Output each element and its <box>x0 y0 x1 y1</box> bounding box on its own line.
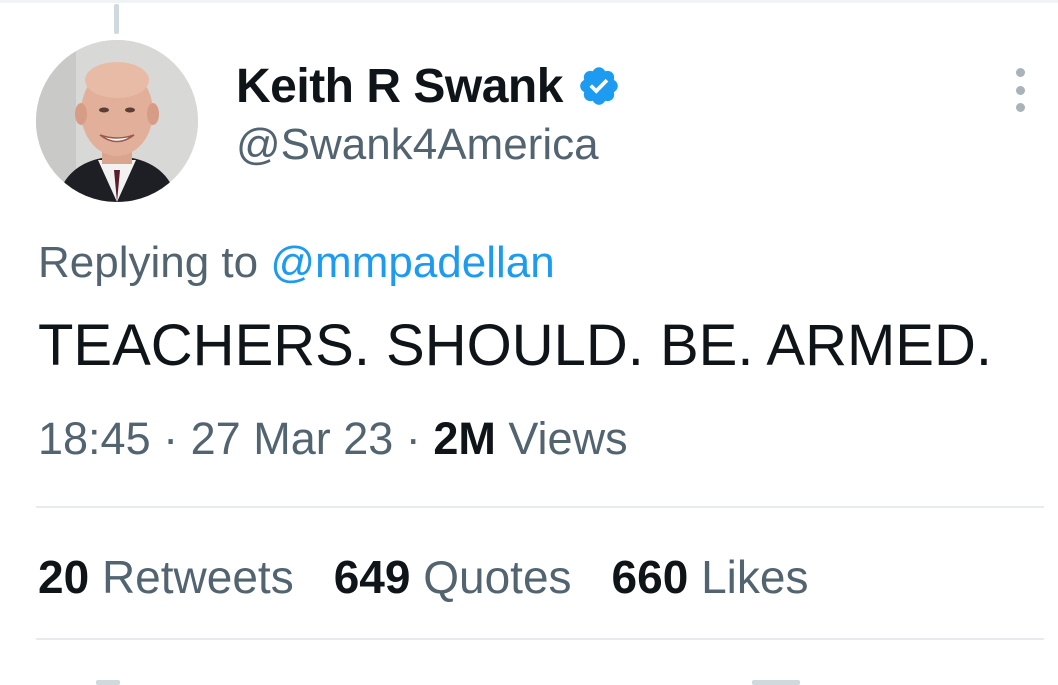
retweets-count: 20 <box>38 551 90 603</box>
more-dot <box>1015 103 1025 112</box>
author-block: Keith R Swank @Swank4America <box>236 56 621 170</box>
more-dot <box>1015 68 1025 77</box>
tweet-date[interactable]: 27 Mar 23 <box>191 413 394 464</box>
retweets-stat[interactable]: 20 Retweets <box>38 550 294 604</box>
meta-separator: · <box>405 413 421 464</box>
more-options-icon[interactable] <box>1004 68 1036 112</box>
retweets-label: Retweets <box>101 551 294 603</box>
verified-badge-icon[interactable] <box>577 64 621 108</box>
tweet-meta: 18:45 · 27 Mar 23 · 2M Views <box>38 413 628 465</box>
author-handle[interactable]: @Swank4America <box>236 120 621 170</box>
quotes-count: 649 <box>333 551 411 603</box>
replying-to-line: Replying to @mmpadellan <box>38 238 555 288</box>
quotes-stat[interactable]: 649 Quotes <box>334 550 572 604</box>
views-count[interactable]: 2M <box>433 413 496 464</box>
share-icon-edge[interactable] <box>752 680 800 685</box>
avatar[interactable] <box>36 40 198 202</box>
profile-photo-icon <box>36 40 198 202</box>
divider <box>36 506 1044 508</box>
views-label[interactable]: Views <box>508 413 627 464</box>
engagement-stats: 20 Retweets 649 Quotes 660 Likes <box>38 550 848 604</box>
likes-label: Likes <box>701 551 809 603</box>
likes-count: 660 <box>611 551 689 603</box>
author-display-name[interactable]: Keith R Swank <box>236 59 563 114</box>
replying-to-prefix: Replying to <box>38 238 259 287</box>
author-name-row: Keith R Swank <box>236 56 621 116</box>
tweet-time[interactable]: 18:45 <box>38 413 151 464</box>
divider <box>36 638 1044 640</box>
more-dot <box>1015 85 1025 95</box>
top-divider <box>0 0 1058 3</box>
thread-connector-line <box>114 4 119 34</box>
reply-mention-link[interactable]: @mmpadellan <box>270 238 554 287</box>
quotes-label: Quotes <box>423 551 572 603</box>
likes-stat[interactable]: 660 Likes <box>612 550 809 604</box>
reply-icon-edge[interactable] <box>96 680 120 685</box>
tweet-text: TEACHERS. SHOULD. BE. ARMED. <box>38 313 992 378</box>
meta-separator: · <box>163 413 179 464</box>
tweet-detail: Keith R Swank @Swank4America Replying to… <box>0 0 1058 685</box>
